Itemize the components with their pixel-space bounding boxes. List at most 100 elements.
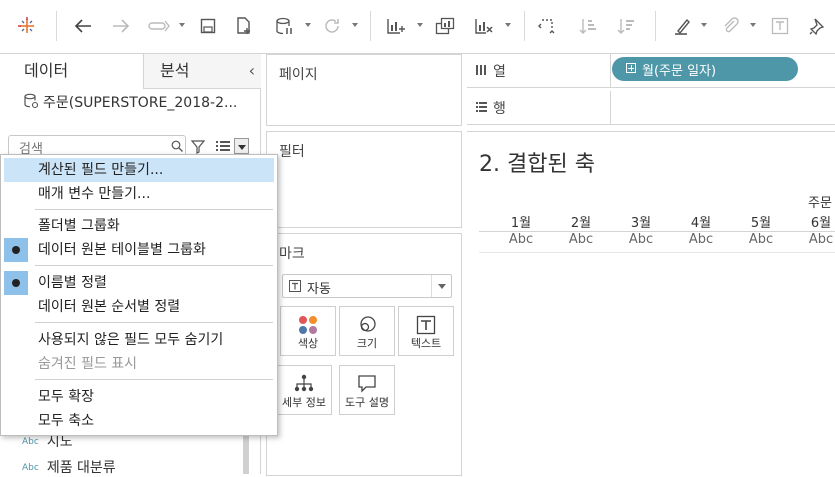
clear-icon[interactable] bbox=[472, 13, 496, 39]
filters-card[interactable]: 필터 bbox=[266, 131, 462, 228]
replay-icon[interactable] bbox=[146, 13, 172, 39]
menu-item-label: 이름별 정렬 bbox=[38, 275, 107, 291]
column-header[interactable]: 6월 bbox=[801, 212, 835, 231]
duplicate-icon[interactable] bbox=[433, 13, 457, 39]
columns-label-text: 열 bbox=[493, 64, 506, 80]
rows-shelf[interactable]: 행 bbox=[467, 91, 835, 125]
pages-card[interactable]: 페이지 bbox=[266, 54, 462, 126]
detail-mark-button[interactable]: 세부 정보 bbox=[276, 365, 332, 415]
sort-asc-icon[interactable] bbox=[576, 13, 600, 39]
refresh-icon[interactable] bbox=[319, 13, 345, 39]
rows-label-text: 행 bbox=[493, 101, 506, 117]
pane-menu-dropdown-icon[interactable] bbox=[234, 138, 249, 154]
column-header[interactable]: 1월 bbox=[501, 212, 541, 231]
highlight-dropdown-icon[interactable] bbox=[701, 23, 707, 27]
columns-shelf-label: 열 bbox=[475, 61, 506, 81]
pill-label: 월(주문 일자) bbox=[642, 64, 717, 79]
mark-type-value: 자동 bbox=[307, 282, 331, 297]
tableau-logo-icon[interactable] bbox=[14, 13, 40, 39]
save-icon[interactable] bbox=[196, 13, 220, 39]
text-mark-button[interactable]: 텍스트 bbox=[398, 306, 454, 356]
menu-divider bbox=[35, 209, 273, 210]
table-cell[interactable]: Abc bbox=[559, 232, 603, 247]
menu-item-label: 모두 축소 bbox=[38, 413, 94, 429]
scrollbar[interactable] bbox=[243, 434, 249, 474]
paperclip-icon[interactable] bbox=[719, 13, 743, 39]
month-order-date-pill[interactable]: 월(주문 일자) bbox=[612, 57, 798, 81]
label-icon[interactable] bbox=[768, 13, 792, 39]
menu-item-expand-all[interactable]: 모두 확장 bbox=[4, 385, 274, 409]
collapse-pane-icon[interactable]: ‹ bbox=[249, 54, 255, 88]
column-header[interactable]: 5월 bbox=[741, 212, 781, 231]
column-header[interactable]: 4월 bbox=[681, 212, 721, 231]
worksheet-view bbox=[467, 131, 835, 475]
menu-item-create-calculated-field[interactable]: 계산된 필드 만들기... bbox=[4, 158, 274, 182]
menu-item-label: 데이터 원본 테이블별 그룹화 bbox=[38, 242, 206, 258]
filters-card-title: 필터 bbox=[279, 144, 305, 160]
menu-item-collapse-all[interactable]: 모두 축소 bbox=[4, 409, 274, 433]
menu-item-group-by-table[interactable]: 데이터 원본 테이블별 그룹화 bbox=[4, 238, 274, 262]
column-header-title: 주문 bbox=[808, 196, 832, 211]
field-category[interactable]: Abc 제품 대분류 bbox=[22, 457, 116, 477]
swap-icon[interactable] bbox=[536, 13, 560, 39]
table-cell[interactable]: Abc bbox=[679, 232, 723, 247]
table-cell[interactable]: Abc bbox=[799, 232, 835, 247]
menu-item-group-by-folder[interactable]: 폴더별 그룹화 bbox=[4, 214, 274, 238]
paperclip-dropdown-icon[interactable] bbox=[750, 23, 756, 27]
menu-item-show-hidden-fields: 숨겨진 필드 표시 bbox=[4, 352, 274, 376]
detail-label: 세부 정보 bbox=[282, 396, 326, 409]
datasource-icon bbox=[24, 93, 39, 113]
menu-item-label: 숨겨진 필드 표시 bbox=[38, 356, 138, 372]
string-type-icon: Abc bbox=[22, 463, 39, 473]
menu-item-label: 폴더별 그룹화 bbox=[38, 218, 120, 234]
pin-icon[interactable] bbox=[806, 13, 830, 39]
new-worksheet-icon[interactable] bbox=[384, 13, 408, 39]
menu-item-sort-by-name[interactable]: 이름별 정렬 bbox=[4, 271, 274, 295]
menu-item-create-parameter[interactable]: 매개 변수 만들기... bbox=[4, 182, 274, 206]
text-label: 텍스트 bbox=[410, 337, 442, 350]
color-mark-button[interactable]: 색상 bbox=[280, 306, 336, 356]
refresh-dropdown-icon[interactable] bbox=[352, 23, 358, 27]
table-cell[interactable]: Abc bbox=[619, 232, 663, 247]
replay-dropdown-icon[interactable] bbox=[179, 23, 185, 27]
menu-item-sort-by-source-order[interactable]: 데이터 원본 순서별 정렬 bbox=[4, 295, 274, 319]
menu-divider bbox=[35, 322, 273, 323]
forward-icon[interactable] bbox=[108, 13, 134, 39]
new-datasource-icon[interactable] bbox=[232, 13, 256, 39]
clear-dropdown-icon[interactable] bbox=[505, 23, 511, 27]
datasource-name: 주문(SUPERSTORE_2018-2... bbox=[43, 95, 238, 111]
sheet-title: 2. 결합된 축 bbox=[479, 152, 595, 177]
pause-dropdown-icon[interactable] bbox=[305, 23, 311, 27]
menu-item-label: 데이터 원본 순서별 정렬 bbox=[38, 299, 181, 315]
field-name: 시도 bbox=[46, 434, 73, 450]
pause-icon[interactable] bbox=[272, 13, 296, 39]
menu-divider bbox=[35, 379, 273, 380]
context-menu: 계산된 필드 만들기... 매개 변수 만들기... 폴더별 그룹화 데이터 원… bbox=[0, 154, 278, 436]
column-header[interactable]: 2월 bbox=[561, 212, 601, 231]
datasource-item[interactable]: 주문(SUPERSTORE_2018-2... bbox=[24, 92, 237, 113]
chevron-down-icon bbox=[438, 284, 446, 289]
tab-analysis-label: 분석 bbox=[160, 61, 190, 80]
color-label: 색상 bbox=[297, 337, 319, 350]
pages-card-title: 페이지 bbox=[279, 67, 318, 83]
columns-icon bbox=[475, 64, 487, 80]
mark-type-select[interactable]: 자동 bbox=[282, 274, 452, 298]
back-icon[interactable] bbox=[70, 13, 96, 39]
string-type-icon: Abc bbox=[22, 437, 39, 447]
toolbar bbox=[0, 0, 835, 54]
expand-icon[interactable] bbox=[626, 63, 636, 73]
table-cell[interactable]: Abc bbox=[499, 232, 543, 247]
tab-analysis[interactable]: 분석 ‹ bbox=[143, 54, 261, 89]
menu-divider bbox=[35, 265, 273, 266]
size-mark-button[interactable]: 크기 bbox=[339, 306, 395, 356]
table-cell[interactable]: Abc bbox=[739, 232, 783, 247]
radio-bullet-icon bbox=[4, 271, 28, 295]
menu-item-label: 모두 확장 bbox=[38, 389, 94, 405]
sort-desc-icon[interactable] bbox=[614, 13, 638, 39]
highlight-icon[interactable] bbox=[670, 13, 694, 39]
column-header[interactable]: 3월 bbox=[621, 212, 661, 231]
tab-data[interactable]: 데이터 bbox=[0, 54, 143, 88]
new-worksheet-dropdown-icon[interactable] bbox=[417, 23, 423, 27]
tooltip-mark-button[interactable]: 도구 설명 bbox=[339, 365, 395, 415]
menu-item-hide-unused-fields[interactable]: 사용되지 않은 필드 모두 숨기기 bbox=[4, 328, 274, 352]
